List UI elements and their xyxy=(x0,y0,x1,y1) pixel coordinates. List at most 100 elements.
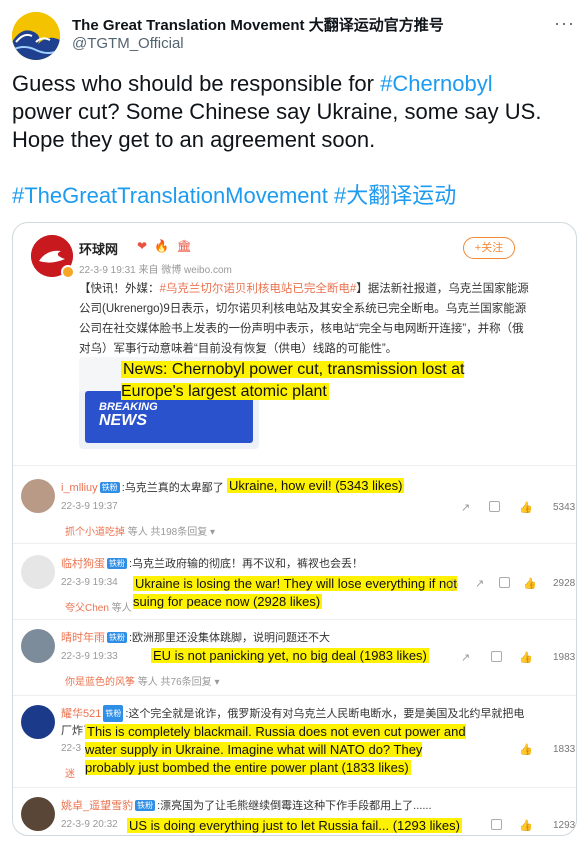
comment-text: 临村狗蛋 铁粉:乌克兰政府输的彻底！再不议和，裤衩也会丢！ xyxy=(61,555,363,571)
share-icon[interactable]: ↗ xyxy=(461,501,470,514)
author-handle[interactable]: @TGTM_Official xyxy=(72,35,184,52)
weibo-post-meta: 22-3-9 19:31 来自 微博 weibo.com xyxy=(79,265,232,276)
comment-actions: ↗ 👍 1983 xyxy=(461,651,576,667)
comment-date: 22-3-9 20:32 xyxy=(61,819,118,830)
report-icon[interactable]: ⓘ xyxy=(447,577,458,593)
reply-user-link[interactable]: 你是蓝色的风筝 xyxy=(65,677,135,688)
divider xyxy=(13,619,576,620)
reply-count: 等人 xyxy=(108,603,132,614)
tweet-text-line2: power cut? Some Chinese say Ukraine, som… xyxy=(12,99,542,124)
weibo-badges: ❤ 🔥 🏛 xyxy=(137,239,194,253)
reply-user-link[interactable]: 夸父Chen xyxy=(65,603,109,614)
fan-badge: 铁粉 xyxy=(135,800,156,811)
comment-actions: 👍 1293 xyxy=(461,819,576,835)
reply-summary[interactable]: 迷 xyxy=(65,765,75,780)
comment-body: :乌克兰真的太卑鄙了 xyxy=(121,482,224,494)
comment-date: 22-3 xyxy=(61,743,82,754)
like-count: 2928 xyxy=(553,578,576,589)
commenter-name[interactable]: 耀华521 xyxy=(61,708,101,720)
commenter-name[interactable]: 晴时年雨 xyxy=(61,632,105,644)
comment-translation-text: EU is not panicking yet, no big deal (19… xyxy=(151,648,429,663)
commenter-avatar[interactable] xyxy=(21,629,55,663)
comment-translation-text: Ukraine, how evil! (5343 likes) xyxy=(227,478,405,493)
tweet-hashtags: #TheGreatTranslationMovement #大翻译运动 xyxy=(12,182,572,210)
comment-date: 22-3-9 19:37 xyxy=(61,501,118,512)
comment-translation: Ukraine, how evil! (5343 likes) xyxy=(227,477,405,495)
commenter-avatar[interactable] xyxy=(21,555,55,589)
commenter-avatar[interactable] xyxy=(21,705,55,739)
comment-body: :漂亮国为了让毛熊继续倒霉连这种下作手段都用上了...... xyxy=(157,800,432,812)
comment-actions: ↗ 👍 5343 xyxy=(461,501,576,517)
news-label: NEWS xyxy=(99,412,147,429)
commenter-avatar[interactable] xyxy=(21,797,55,831)
comment-text: 晴时年雨 铁粉:欧洲那里还没集体跳脚，说明问题还不大 xyxy=(61,629,330,645)
reply-summary[interactable]: 抓个小道吃掉 等人 共198条回复 ▾ xyxy=(65,523,215,538)
hashtag-great-translation[interactable]: #TheGreatTranslationMovement xyxy=(12,183,328,208)
commenter-name[interactable]: 临村狗蛋 xyxy=(61,558,105,570)
comment-translation: This is completely blackmail. Russia doe… xyxy=(85,723,475,777)
reply-user-link[interactable]: 迷 xyxy=(65,769,75,780)
like-icon[interactable]: 👍 xyxy=(519,651,533,664)
comment-text: 姚卓_遥望雪豹 铁粉:漂亮国为了让毛熊继续倒霉连这种下作手段都用上了...... xyxy=(61,797,432,813)
like-count: 1833 xyxy=(553,744,576,755)
like-icon[interactable]: 👍 xyxy=(519,501,533,514)
fan-badge: 铁粉 xyxy=(107,558,127,569)
divider xyxy=(13,695,576,696)
comment-icon[interactable] xyxy=(491,819,502,833)
comment-translation: US is doing everything just to let Russi… xyxy=(127,817,462,835)
commenter-name[interactable]: 姚卓_遥望雪豹 xyxy=(61,800,133,812)
fan-badge: 铁粉 xyxy=(107,632,127,643)
more-options-icon[interactable]: ··· xyxy=(554,14,574,36)
comment-translation: Ukraine is losing the war! They will los… xyxy=(133,575,463,611)
author-name[interactable]: The Great Translation Movement 大翻译运动官方推号 xyxy=(72,14,444,35)
fan-badge: 铁粉 xyxy=(99,482,120,493)
weibo-account-name[interactable]: 环球网 xyxy=(79,239,118,258)
hashtag-chernobyl[interactable]: #Chernobyl xyxy=(380,71,493,96)
weibo-topic-tag[interactable]: #乌克兰切尔诺贝利核电站已完全断电# xyxy=(160,283,357,295)
comment-translation: EU is not panicking yet, no big deal (19… xyxy=(151,647,429,665)
weibo-post-body: 【快讯！外媒：#乌克兰切尔诺贝利核电站已完全断电#】据法新社报道，乌克兰国家能源… xyxy=(79,279,529,359)
like-count: 1293 xyxy=(553,820,576,831)
share-icon[interactable]: ↗ xyxy=(461,651,470,664)
author-avatar[interactable] xyxy=(12,12,60,60)
fan-badge: 铁粉 xyxy=(103,705,124,722)
comment-translation-text: This is completely blackmail. Russia doe… xyxy=(85,724,466,775)
like-icon[interactable]: 👍 xyxy=(523,577,537,590)
comment-translation-text: US is doing everything just to let Russi… xyxy=(127,818,462,833)
comment-actions: 👍 1833 xyxy=(461,743,576,759)
comment-text: i_mlliuy 铁粉:乌克兰真的太卑鄙了 xyxy=(61,479,224,495)
hashtag-chinese[interactable]: #大翻译运动 xyxy=(334,183,456,208)
divider xyxy=(13,543,576,544)
reply-summary[interactable]: 你是蓝色的风筝 等人 共76条回复 ▾ xyxy=(65,673,219,688)
comment-date: 22-3-9 19:34 xyxy=(61,577,118,588)
comment-date: 22-3-9 19:33 xyxy=(61,651,118,662)
commenter-name[interactable]: i_mlliuy xyxy=(61,482,98,494)
comment-actions: ⓘ ↗ 👍 2928 xyxy=(447,577,576,593)
great-wave-logo xyxy=(12,12,60,60)
media-image[interactable]: 环球网 ❤ 🔥 🏛 22-3-9 19:31 来自 微博 weibo.com +… xyxy=(12,222,577,836)
reply-user-link[interactable]: 抓个小道吃掉 xyxy=(65,527,125,538)
weibo-body-prefix: 【快讯！外媒： xyxy=(79,283,160,295)
verified-badge-icon xyxy=(61,265,75,279)
reply-summary[interactable]: 夸父Chen 等人 xyxy=(65,599,132,614)
comment-body: :乌克兰政府输的彻底！再不议和，裤衩也会丢！ xyxy=(129,558,364,570)
news-translation-text: News: Chernobyl power cut, transmission … xyxy=(121,361,465,400)
comment-icon[interactable] xyxy=(491,651,502,665)
divider xyxy=(13,465,576,466)
news-translation-caption: News: Chernobyl power cut, transmission … xyxy=(121,359,531,403)
tweet-text: Guess who should be responsible for #Che… xyxy=(12,70,572,154)
comment-icon[interactable] xyxy=(499,577,510,591)
commenter-avatar[interactable] xyxy=(21,479,55,513)
like-icon[interactable]: 👍 xyxy=(519,743,533,756)
follow-button[interactable]: +关注 xyxy=(463,237,515,259)
share-icon[interactable]: ↗ xyxy=(475,577,484,590)
like-count: 5343 xyxy=(553,502,576,513)
tweet-header: The Great Translation Movement 大翻译运动官方推号… xyxy=(12,8,574,60)
comment-body: :欧洲那里还没集体跳脚，说明问题还不大 xyxy=(129,632,331,644)
reply-count: 等人 共76条回复 ▾ xyxy=(135,677,220,688)
like-icon[interactable]: 👍 xyxy=(519,819,533,832)
like-count: 1983 xyxy=(553,652,576,663)
comment-icon[interactable] xyxy=(489,501,500,515)
comment-translation-text: Ukraine is losing the war! They will los… xyxy=(133,576,458,609)
divider xyxy=(13,787,576,788)
